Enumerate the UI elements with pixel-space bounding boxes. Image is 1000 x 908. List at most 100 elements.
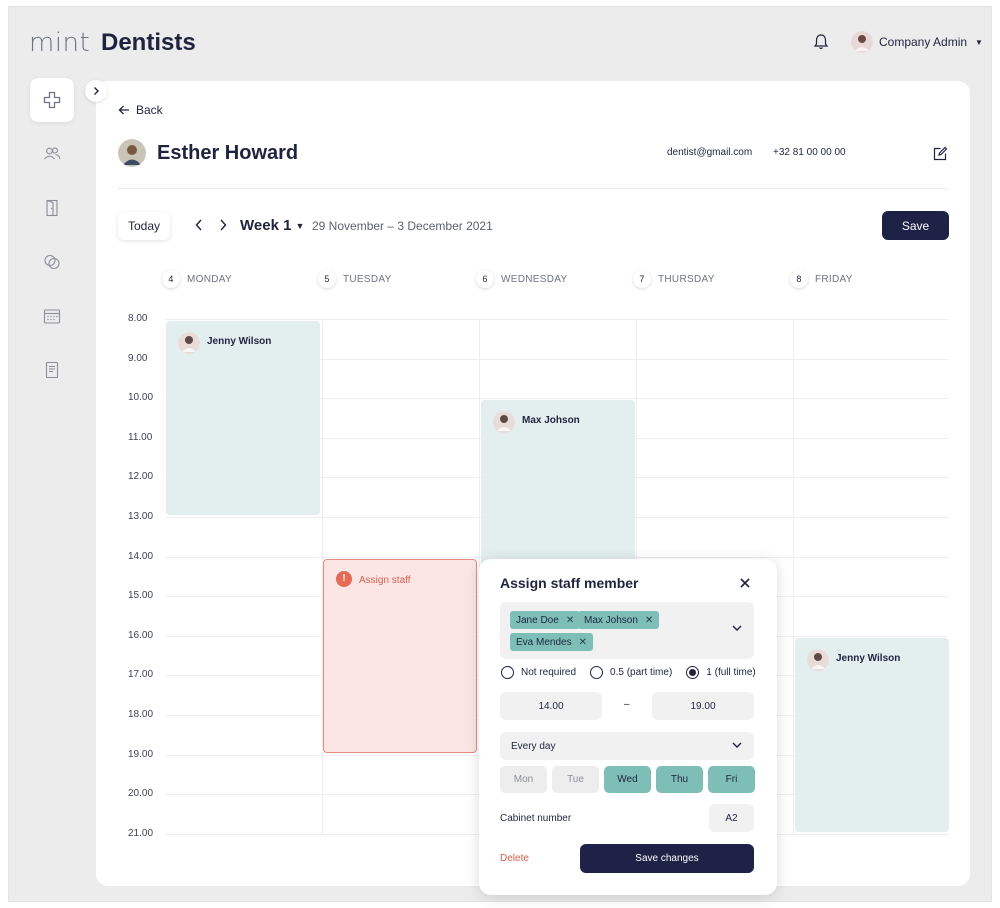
grid-line	[166, 319, 948, 320]
end-time-input[interactable]: 19.00	[652, 692, 754, 720]
staff-tag: Eva Mendes ✕	[510, 633, 593, 651]
event-label: Max Johson	[522, 415, 580, 427]
time-label: 11.00	[128, 431, 153, 443]
time-label: 14.00	[128, 550, 154, 562]
time-label: 10.00	[128, 392, 154, 404]
tag-label: Jane Doe	[516, 614, 559, 626]
expand-sidebar-button[interactable]	[85, 80, 107, 102]
weekday-toggle-tue[interactable]: Tue	[552, 766, 599, 793]
start-time-input[interactable]: 14.00	[500, 692, 602, 720]
remove-tag-icon[interactable]: ✕	[566, 615, 574, 626]
back-link[interactable]: Back	[118, 103, 163, 117]
tag-label: Max Johson	[584, 614, 638, 626]
staff-shift-event[interactable]: Jenny Wilson	[795, 637, 949, 832]
chevron-down-icon	[732, 624, 742, 635]
caret-down-icon: ▼	[975, 37, 983, 47]
calendar-icon	[43, 309, 61, 324]
chevron-down-icon	[732, 741, 742, 752]
repeat-select[interactable]: Every day	[500, 732, 754, 760]
time-label: 13.00	[128, 511, 154, 522]
day-header: 5 TUESDAY	[318, 270, 392, 288]
sidebar-item-services[interactable]	[30, 240, 74, 284]
caret-down-icon: ▼	[295, 220, 305, 231]
week-selector[interactable]: Week 1 ▼	[240, 217, 304, 234]
chevron-right-icon	[220, 219, 227, 231]
day-name: THURSDAY	[658, 273, 715, 285]
time-label: 8.00	[128, 313, 148, 324]
staff-tag: Jane Doe ✕	[510, 611, 581, 629]
remove-tag-icon[interactable]: ✕	[579, 637, 587, 648]
repeat-value: Every day	[511, 740, 556, 752]
workload-radio-group: Not required 0.5 (part time) 1 (full tim…	[501, 666, 770, 679]
avatar	[807, 648, 829, 671]
weekday-toggle-mon[interactable]: Mon	[500, 766, 547, 793]
time-label: 16.00	[128, 629, 154, 641]
sidebar	[30, 78, 76, 402]
time-label: 19.00	[128, 748, 154, 760]
edit-icon[interactable]	[932, 146, 948, 167]
time-label: 9.00	[128, 352, 148, 364]
save-changes-button[interactable]: Save changes	[580, 844, 754, 873]
popup-title: Assign staff member	[500, 575, 639, 591]
cabinet-input[interactable]: A2	[709, 804, 754, 832]
date-range: 29 November – 3 December 2021	[312, 219, 493, 233]
radio-not-required[interactable]: Not required	[501, 666, 576, 679]
day-name: TUESDAY	[343, 273, 392, 285]
sidebar-item-calendar[interactable]	[30, 294, 74, 338]
sidebar-item-rooms[interactable]	[30, 186, 74, 230]
day-number: 8	[790, 270, 808, 288]
radio-part-time[interactable]: 0.5 (part time)	[590, 666, 672, 679]
user-menu[interactable]: Company Admin ▼	[851, 31, 983, 53]
day-number: 5	[318, 270, 336, 288]
time-label: 21.00	[128, 827, 154, 839]
cabinet-label: Cabinet number	[500, 813, 572, 824]
day-number: 7	[633, 270, 651, 288]
day-header: 7 THURSDAY	[633, 270, 715, 288]
radio-label: Not required	[521, 667, 577, 678]
weekday-toggle-fri[interactable]: Fri	[708, 766, 755, 793]
day-header: 8 FRIDAY	[790, 270, 853, 288]
users-icon	[44, 147, 61, 160]
sidebar-item-reports[interactable]	[30, 348, 74, 392]
assign-staff-slot[interactable]: ! Assign staff	[323, 558, 477, 753]
staff-multiselect[interactable]: Jane Doe ✕ Max Johson ✕ Eva Mendes ✕	[500, 602, 754, 659]
profile-phone: +32 81 00 00 00	[773, 147, 846, 158]
app-logo: mint	[29, 28, 91, 58]
prev-week-button[interactable]	[194, 218, 204, 234]
divider	[118, 188, 948, 189]
assign-staff-popup: Assign staff member Jane Doe ✕ Max Johson…	[479, 559, 777, 895]
document-icon	[45, 361, 59, 379]
radio-full-time[interactable]: 1 (full time)	[686, 666, 756, 679]
weekday-toggle-thu[interactable]: Thu	[656, 766, 703, 793]
radio-button	[686, 666, 700, 679]
save-button[interactable]: Save	[882, 211, 949, 240]
sidebar-item-dentists[interactable]	[30, 78, 74, 122]
back-label: Back	[136, 103, 163, 117]
profile-name: Esther Howard	[157, 142, 299, 164]
chevron-right-icon	[94, 87, 99, 95]
close-icon[interactable]	[739, 576, 751, 592]
radio-label: 1 (full time)	[706, 667, 756, 678]
next-week-button[interactable]	[218, 218, 228, 234]
today-button[interactable]: Today	[118, 212, 170, 240]
sidebar-item-staff[interactable]	[30, 132, 74, 176]
avatar	[851, 31, 873, 53]
staff-shift-event[interactable]: Jenny Wilson	[166, 321, 320, 515]
weekday-toggle-wed[interactable]: Wed	[604, 766, 651, 793]
bell-icon[interactable]	[812, 33, 830, 51]
radio-button	[501, 666, 514, 679]
day-name: WEDNESDAY	[501, 273, 568, 285]
time-label: 15.00	[128, 590, 154, 602]
staff-tag: Max Johson ✕	[578, 611, 660, 629]
time-label: 12.00	[128, 471, 154, 483]
day-number: 4	[162, 270, 180, 288]
arrow-left-icon	[118, 105, 129, 115]
delete-button[interactable]: Delete	[500, 853, 529, 864]
remove-tag-icon[interactable]: ✕	[645, 615, 653, 626]
day-name: FRIDAY	[815, 273, 853, 285]
day-name: MONDAY	[187, 273, 232, 285]
avatar	[178, 332, 200, 354]
event-label: Assign staff	[359, 574, 411, 586]
radio-button	[590, 666, 604, 679]
radio-label: 0.5 (part time)	[610, 667, 673, 678]
